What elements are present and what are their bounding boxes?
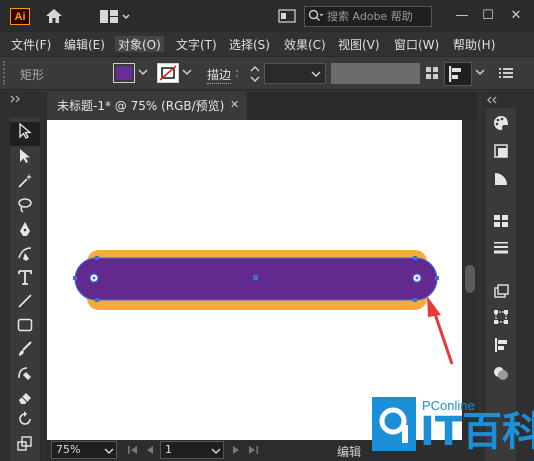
pathfinder-icon[interactable] (486, 364, 516, 388)
panel-toggle-icon[interactable] (278, 9, 296, 23)
type-tool-icon[interactable] (10, 268, 40, 292)
paintbrush-tool-icon[interactable] (10, 340, 40, 364)
minimize-button[interactable]: — (452, 6, 472, 26)
direct-selection-tool-icon[interactable] (10, 147, 40, 171)
anchor-point[interactable] (95, 298, 99, 302)
transform-icon[interactable] (486, 308, 516, 332)
fill-dropdown-icon[interactable] (137, 67, 149, 80)
magic-wand-tool-icon[interactable] (10, 172, 40, 196)
next-artboard-icon[interactable] (230, 444, 242, 456)
center-point-handle[interactable] (253, 275, 258, 280)
line-segment-tool-icon[interactable] (10, 292, 40, 316)
anchor-point[interactable] (95, 256, 99, 260)
swatches-icon[interactable] (486, 212, 516, 236)
menu-file[interactable]: 文件(F) (11, 36, 51, 52)
fill-color-swatch[interactable] (113, 63, 135, 83)
menu-effect[interactable]: 效果(C) (284, 36, 326, 52)
artboard-dropdown-icon[interactable] (210, 445, 222, 455)
stroke-colon: : (235, 66, 240, 80)
align-dropdown-icon[interactable] (474, 67, 486, 80)
stroke-panel-icon[interactable] (486, 238, 516, 262)
stroke-label[interactable]: 描边 (207, 66, 232, 84)
close-window-button[interactable]: ✕ (506, 6, 526, 26)
control-bar-grip-icon (3, 61, 9, 85)
last-artboard-icon[interactable] (247, 444, 259, 456)
align-distribute-button[interactable] (444, 62, 472, 86)
home-icon[interactable] (44, 7, 64, 25)
grid-icon[interactable] (425, 66, 439, 80)
color-palette-icon[interactable] (486, 114, 516, 138)
rectangle-tool-icon[interactable] (10, 316, 40, 340)
zoom-dropdown-icon[interactable] (103, 445, 115, 455)
search-icon (308, 9, 324, 23)
menu-type[interactable]: 文字(T) (176, 36, 217, 52)
scrollbar-thumb[interactable] (465, 265, 475, 293)
close-tab-button[interactable]: ✕ (230, 98, 239, 111)
search-placeholder: 搜索 Adobe 帮助 (327, 10, 413, 23)
collapse-panels-icon[interactable] (486, 94, 498, 104)
collapse-toolbar-icon[interactable] (10, 94, 22, 104)
layers-icon[interactable] (486, 282, 516, 306)
live-corner-widget-right[interactable] (412, 273, 422, 283)
maximize-button[interactable]: ☐ (478, 6, 498, 26)
menu-edit[interactable]: 编辑(E) (64, 36, 105, 52)
anchor-point[interactable] (413, 256, 417, 260)
eraser-tool-icon[interactable] (10, 388, 40, 412)
watermark-logo-mark (372, 397, 416, 451)
menu-view[interactable]: 视图(V) (338, 36, 380, 52)
selection-tool-icon[interactable] (10, 122, 40, 146)
fill-color-chip (116, 66, 132, 80)
color-guide-icon[interactable] (486, 142, 516, 166)
menu-object[interactable]: 对象(O) (115, 36, 164, 52)
anchor-point[interactable] (435, 276, 439, 280)
red-annotation-arrow (427, 296, 454, 365)
tab-document[interactable]: 未标题-1* @ 75% (RGB/预览) (47, 92, 247, 120)
anchor-point[interactable] (73, 276, 77, 280)
stroke-label-text: 描边 (207, 68, 232, 82)
watermark-text: IT百科 (420, 409, 534, 455)
first-artboard-icon[interactable] (127, 444, 139, 456)
pen-tool-icon[interactable] (10, 220, 40, 244)
status-mode-label: 编辑 (337, 445, 362, 459)
zoom-level-value: 75% (56, 443, 81, 456)
rotate-tool-icon[interactable] (10, 410, 40, 434)
curvature-tool-icon[interactable] (10, 244, 40, 268)
app-logo: Ai (10, 8, 30, 25)
gradient-icon[interactable] (486, 170, 516, 194)
artwork (73, 250, 454, 365)
previous-artboard-icon[interactable] (144, 444, 156, 456)
lasso-tool-icon[interactable] (10, 196, 40, 220)
control-menu-icon[interactable] (499, 67, 513, 79)
stroke-color-swatch[interactable] (157, 63, 179, 83)
tab-document-title: 未标题-1* @ 75% (RGB/预览) (57, 99, 225, 113)
artboard-canvas[interactable] (47, 120, 462, 440)
artboard-number-value: 1 (165, 443, 172, 456)
live-corner-widget-left[interactable] (89, 273, 99, 283)
menu-select[interactable]: 选择(S) (229, 36, 270, 52)
align-panel-icon[interactable] (486, 336, 516, 360)
stroke-weight-input[interactable] (264, 63, 326, 84)
variable-width-profile[interactable] (331, 63, 420, 84)
workspace-layout-icon[interactable] (100, 9, 130, 25)
scale-tool-icon[interactable] (10, 434, 40, 458)
menu-help[interactable]: 帮助(H) (453, 36, 495, 52)
stroke-weight-stepper[interactable] (248, 63, 262, 85)
shaper-tool-icon[interactable] (10, 364, 40, 388)
anchor-point[interactable] (413, 298, 417, 302)
object-type-label: 矩形 (20, 68, 45, 82)
menu-window[interactable]: 窗口(W) (394, 36, 439, 52)
stroke-dropdown-icon[interactable] (181, 67, 193, 80)
